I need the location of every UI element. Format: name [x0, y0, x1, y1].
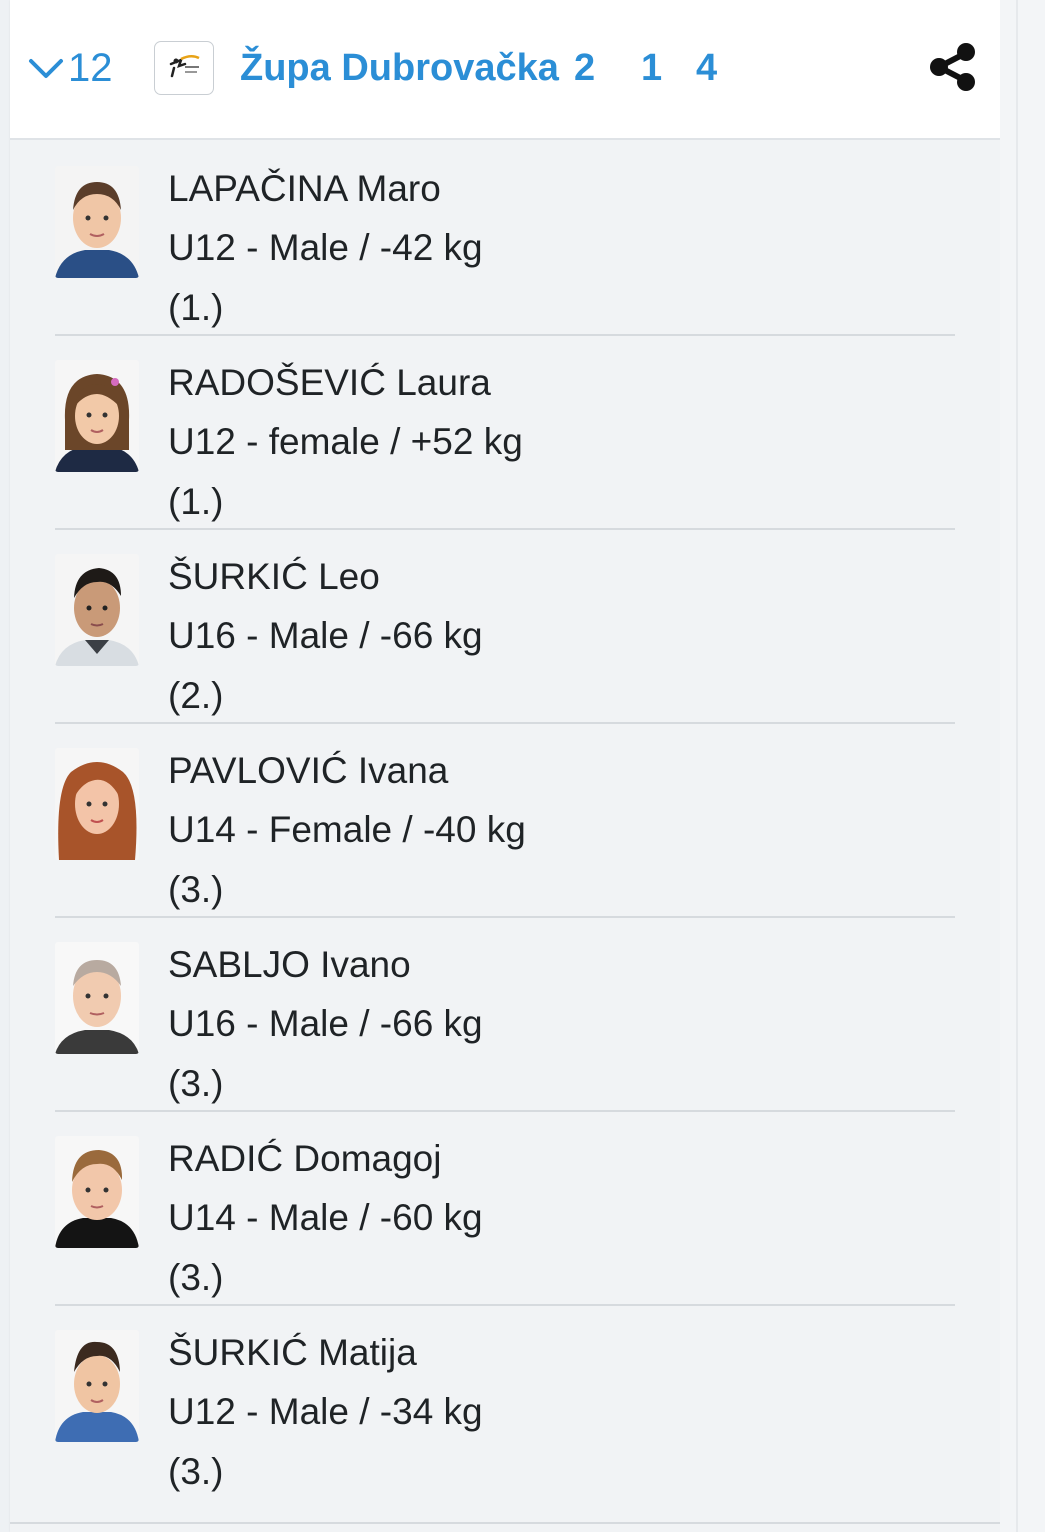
expand-toggle[interactable]: 12	[28, 40, 113, 96]
athlete-category: U12 - Male / -34 kg	[168, 1391, 483, 1432]
athlete-photo	[55, 942, 139, 1054]
athlete-row[interactable]: RADOŠEVIĆ Laura U12 - female / +52 kg (1…	[55, 334, 955, 530]
athlete-photo	[55, 748, 139, 860]
athlete-photo	[55, 1136, 139, 1248]
athlete-name[interactable]: LAPAČINA Maro	[168, 168, 441, 210]
bronze-medal-count: 4	[696, 46, 718, 89]
athlete-row[interactable]: SABLJO Ivano U16 - Male / -66 kg (3.)	[55, 916, 955, 1112]
athlete-name[interactable]: SABLJO Ivano	[168, 944, 411, 986]
athlete-photo	[55, 166, 139, 278]
list-divider	[10, 1522, 1000, 1524]
athlete-category: U12 - Male / -42 kg	[168, 227, 483, 268]
athlete-row[interactable]: ŠURKIĆ Matija U12 - Male / -34 kg (3.)	[55, 1304, 955, 1498]
athlete-place: (1.)	[168, 481, 224, 522]
athlete-row[interactable]: PAVLOVIĆ Ivana U14 - Female / -40 kg (3.…	[55, 722, 955, 918]
athlete-row[interactable]: LAPAČINA Maro U12 - Male / -42 kg (1.)	[55, 140, 955, 336]
athlete-place: (2.)	[168, 675, 224, 716]
athlete-row[interactable]: ŠURKIĆ Leo U16 - Male / -66 kg (2.)	[55, 528, 955, 724]
athlete-count: 12	[68, 45, 113, 90]
athlete-photo	[55, 554, 139, 666]
athlete-category: U14 - Female / -40 kg	[168, 809, 526, 850]
club-name-link[interactable]: Župa Dubrovačka	[240, 40, 559, 96]
athlete-category: U16 - Male / -66 kg	[168, 1003, 483, 1044]
athlete-name[interactable]: RADOŠEVIĆ Laura	[168, 362, 491, 404]
club-logo-icon	[154, 41, 214, 95]
athlete-category: U14 - Male / -60 kg	[168, 1197, 483, 1238]
athlete-name[interactable]: ŠURKIĆ Matija	[168, 1332, 417, 1374]
share-icon[interactable]	[926, 40, 980, 94]
athlete-name[interactable]: ŠURKIĆ Leo	[168, 556, 380, 598]
gold-medal-count: 2	[574, 46, 596, 89]
athlete-category: U16 - Male / -66 kg	[168, 615, 483, 656]
athlete-place: (3.)	[168, 1063, 224, 1104]
athlete-place: (3.)	[168, 1451, 224, 1492]
athlete-category: U12 - female / +52 kg	[168, 421, 523, 462]
athlete-place: (3.)	[168, 1257, 224, 1298]
chevron-down-icon	[29, 59, 63, 78]
athlete-name[interactable]: PAVLOVIĆ Ivana	[168, 750, 448, 792]
athlete-photo	[55, 1330, 139, 1442]
athlete-photo	[55, 360, 139, 472]
athlete-row[interactable]: RADIĆ Domagoj U14 - Male / -60 kg (3.)	[55, 1110, 955, 1306]
athlete-place: (1.)	[168, 287, 224, 328]
athlete-name[interactable]: RADIĆ Domagoj	[168, 1138, 441, 1180]
team-results-card: 12 Župa Dubrovačka 2 1 4 LAPAČINA Maro U…	[10, 0, 1000, 1532]
scroll-gutter	[1000, 0, 1045, 1532]
athlete-place: (3.)	[168, 869, 224, 910]
team-header: 12 Župa Dubrovačka 2 1 4	[10, 0, 1000, 140]
silver-medal-count: 1	[641, 46, 663, 89]
